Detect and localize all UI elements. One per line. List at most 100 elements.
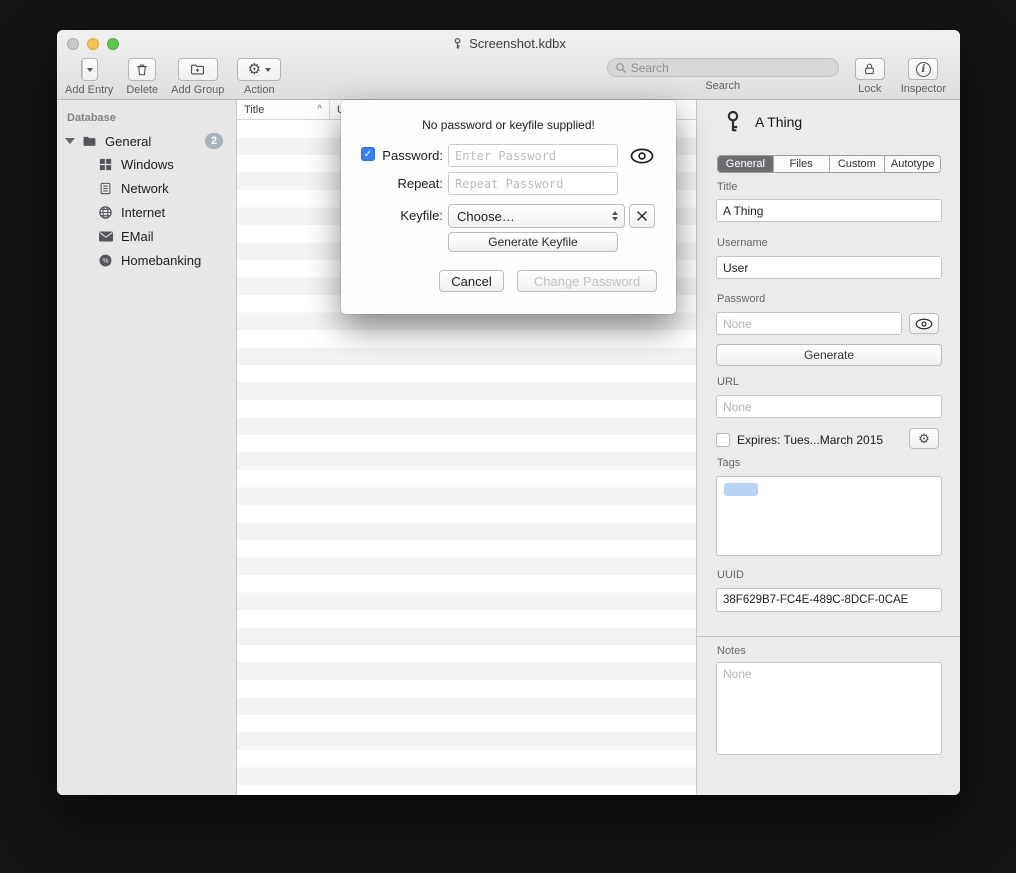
close-icon <box>636 210 648 222</box>
url-field-label: URL <box>717 376 739 388</box>
change-password-button[interactable]: Change Password <box>517 270 657 292</box>
entry-count-badge: 2 <box>205 133 223 149</box>
entry-title: A Thing <box>755 114 802 130</box>
column-title-text: Title <box>244 104 264 116</box>
action-toolbar-item: ⚙ Action <box>237 58 281 96</box>
lock-label: Lock <box>858 83 881 95</box>
generate-keyfile-button[interactable]: Generate Keyfile <box>448 232 618 252</box>
expires-checkbox[interactable] <box>716 433 730 447</box>
sidebar-item-label: Windows <box>121 157 236 172</box>
sidebar-item-email[interactable]: EMail <box>57 224 236 248</box>
add-entry-label: Add Entry <box>65 84 113 96</box>
password-checkbox[interactable] <box>361 147 375 161</box>
add-entry-dropdown[interactable] <box>82 59 97 80</box>
sort-ascending-icon: ^ <box>317 104 322 115</box>
sidebar-item-homebanking[interactable]: % Homebanking <box>57 248 236 272</box>
add-entry-toolbar-item: Add Entry <box>65 58 113 96</box>
coin-icon: % <box>97 252 114 269</box>
sidebar-item-label: Internet <box>121 205 236 220</box>
window-title-text: Screenshot.kdbx <box>469 36 566 51</box>
eye-icon <box>915 318 933 330</box>
inspector-divider <box>697 636 960 637</box>
gear-icon: ⚙ <box>918 432 930 445</box>
action-label: Action <box>244 84 275 96</box>
username-field-label: Username <box>717 237 768 249</box>
column-header-title[interactable]: Title ^ <box>237 100 330 119</box>
sidebar-item-label: EMail <box>121 229 236 244</box>
sidebar-item-internet[interactable]: Internet <box>57 200 236 224</box>
search-input[interactable] <box>631 61 831 75</box>
sidebar-group-label: General <box>105 134 205 149</box>
popup-stepper-icon <box>612 211 620 221</box>
notes-placeholder: None <box>723 667 752 681</box>
clear-keyfile-button[interactable] <box>629 204 655 228</box>
sidebar-group-general[interactable]: General 2 <box>57 128 236 154</box>
search-toolbar-item: Search <box>607 58 839 92</box>
search-label: Search <box>705 80 740 92</box>
chevron-down-icon <box>87 68 93 72</box>
delete-button[interactable] <box>128 58 156 81</box>
action-button[interactable]: ⚙ <box>237 58 281 81</box>
notes-textarea[interactable]: None <box>716 662 942 755</box>
expires-row: Expires: Tues...March 2015 <box>716 429 941 451</box>
inspector-button[interactable]: i <box>908 58 938 80</box>
windows-grid-icon <box>97 156 114 173</box>
lock-icon <box>863 62 876 76</box>
svg-text:%: % <box>102 258 108 265</box>
globe-icon <box>97 204 114 221</box>
sidebar-section-header: Database <box>67 112 236 124</box>
inspector-toolbar-item: i Inspector <box>901 58 946 95</box>
tag-chip[interactable] <box>724 483 758 496</box>
tab-general[interactable]: General <box>718 156 774 172</box>
chevron-down-icon <box>265 68 271 72</box>
tab-files[interactable]: Files <box>774 156 830 172</box>
username-input[interactable] <box>716 256 942 279</box>
dialog-password-input[interactable] <box>448 144 618 167</box>
document-key-icon <box>451 37 464 50</box>
dialog-keyfile-label: Keyfile: <box>377 208 443 223</box>
keyfile-selected-value: Choose… <box>457 209 612 224</box>
keyfile-dropdown[interactable]: Choose… <box>448 204 625 228</box>
uuid-input[interactable] <box>716 588 942 612</box>
sidebar-item-network[interactable]: Network <box>57 176 236 200</box>
folder-icon <box>81 133 98 150</box>
generate-password-button[interactable]: Generate <box>716 344 942 366</box>
eye-icon <box>630 148 654 164</box>
search-icon <box>615 62 627 74</box>
gear-icon: ⚙ <box>248 62 261 77</box>
inspector-header: A Thing <box>723 110 802 134</box>
show-password-button[interactable] <box>909 313 939 334</box>
app-window: Screenshot.kdbx Add Entry Delete <box>57 30 960 795</box>
password-input[interactable] <box>716 312 902 335</box>
notes-field-label: Notes <box>717 645 746 657</box>
cancel-button[interactable]: Cancel <box>439 270 504 292</box>
expires-label: Expires: Tues...March 2015 <box>737 433 883 447</box>
title-input[interactable] <box>716 199 942 222</box>
add-group-toolbar-item: Add Group <box>171 58 224 96</box>
sidebar-item-windows[interactable]: Windows <box>57 152 236 176</box>
sidebar: Database General 2 Windows Network <box>57 100 237 795</box>
add-group-button[interactable] <box>178 58 218 81</box>
toolbar-right-group: Search Lock i Inspector <box>607 58 946 95</box>
folder-plus-icon <box>189 62 206 77</box>
search-field[interactable] <box>607 58 839 77</box>
dialog-repeat-input[interactable] <box>448 172 618 195</box>
delete-label: Delete <box>126 84 158 96</box>
url-input[interactable] <box>716 395 942 418</box>
tags-box[interactable] <box>716 476 942 556</box>
sidebar-item-label: Network <box>121 181 236 196</box>
lock-button[interactable] <box>855 58 885 80</box>
tab-autotype[interactable]: Autotype <box>885 156 940 172</box>
tab-custom[interactable]: Custom <box>830 156 886 172</box>
uuid-field-label: UUID <box>717 569 744 581</box>
trash-icon <box>135 62 149 77</box>
dialog-repeat-label: Repeat: <box>377 176 443 191</box>
tags-field-label: Tags <box>717 457 740 469</box>
disclosure-triangle-icon[interactable] <box>65 138 75 144</box>
expires-settings-button[interactable]: ⚙ <box>909 428 939 449</box>
key-icon <box>723 110 743 134</box>
change-password-dialog: No password or keyfile supplied! Passwor… <box>341 100 676 314</box>
toolbar-left-group: Add Entry Delete Add Group ⚙ Action <box>65 58 281 96</box>
add-entry-button[interactable] <box>81 58 98 81</box>
dialog-show-password-button[interactable] <box>628 145 656 167</box>
